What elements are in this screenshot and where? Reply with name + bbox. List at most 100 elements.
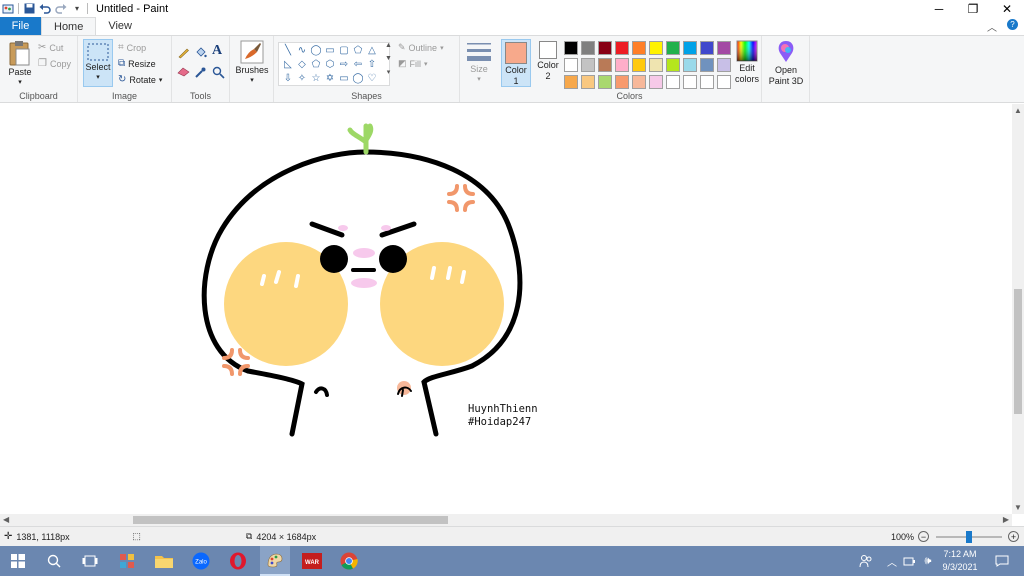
line-shape-icon[interactable]: ╲ [281, 43, 295, 57]
palette-swatch[interactable] [683, 41, 697, 55]
close-button[interactable]: ✕ [990, 0, 1024, 17]
pentagon-shape-icon[interactable]: ⬠ [309, 57, 323, 71]
zoom-slider[interactable] [936, 531, 1002, 543]
zalo-icon[interactable]: Zalo [191, 551, 211, 571]
tab-home[interactable]: Home [41, 17, 97, 35]
palette-swatch[interactable] [598, 58, 612, 72]
show-hidden-icons[interactable]: ︿ [882, 551, 902, 571]
paint-taskbar-icon[interactable] [260, 546, 290, 576]
six-point-star-shape-icon[interactable]: ✡ [323, 71, 337, 85]
color-picker-icon[interactable] [194, 66, 207, 79]
down-arrow-shape-icon[interactable]: ⇩ [281, 71, 295, 85]
palette-swatch[interactable] [700, 58, 714, 72]
clock[interactable]: 7:12 AM 9/3/2021 [936, 548, 984, 574]
palette-swatch[interactable] [632, 41, 646, 55]
palette-swatch[interactable] [717, 41, 731, 55]
palette-swatch[interactable] [564, 58, 578, 72]
heart-shape-icon[interactable]: ♡ [365, 71, 379, 85]
help-icon[interactable]: ? [1007, 19, 1018, 30]
search-icon[interactable] [44, 551, 64, 571]
palette-swatch[interactable] [666, 41, 680, 55]
customize-toolbar-icon[interactable]: ▾ [71, 3, 83, 15]
paint-app-icon[interactable] [2, 3, 14, 15]
text-icon[interactable]: A [212, 43, 222, 59]
palette-swatch[interactable] [581, 41, 595, 55]
minimize-ribbon-icon[interactable]: ︿ [987, 19, 997, 34]
open-paint3d-button[interactable]: Open Paint 3D [766, 40, 806, 86]
palette-swatch[interactable] [666, 75, 680, 89]
palette-swatch[interactable] [700, 41, 714, 55]
notifications-icon[interactable] [992, 551, 1012, 571]
scroll-up-icon[interactable]: ▲ [385, 42, 392, 49]
palette-swatch[interactable] [649, 41, 663, 55]
palette-swatch[interactable] [683, 58, 697, 72]
palette-swatch[interactable] [717, 58, 731, 72]
scroll-down-icon[interactable]: ▼ [385, 55, 392, 62]
palette-swatch[interactable] [632, 75, 646, 89]
palette-swatch[interactable] [683, 75, 697, 89]
palette-swatch[interactable] [632, 58, 646, 72]
palette-swatch[interactable] [581, 58, 595, 72]
scroll-down-arrow-icon[interactable]: ▼ [1014, 503, 1022, 512]
size-button[interactable]: Size ▾ [463, 41, 495, 83]
polygon-shape-icon[interactable]: ⬠ [351, 43, 365, 57]
oval-shape-icon[interactable]: ◯ [309, 43, 323, 57]
people-icon[interactable] [856, 551, 876, 571]
drawing-canvas[interactable] [0, 104, 1012, 514]
tab-file[interactable]: File [0, 17, 41, 35]
palette-swatch[interactable] [700, 75, 714, 89]
palette-swatch[interactable] [649, 75, 663, 89]
horizontal-scroll-thumb[interactable] [133, 516, 448, 524]
tab-view[interactable]: View [96, 17, 144, 35]
triangle-shape-icon[interactable]: △ [365, 43, 379, 57]
curve-shape-icon[interactable]: ∿ [295, 43, 309, 57]
callout-oval-shape-icon[interactable]: ◯ [351, 71, 365, 85]
shapes-gallery[interactable]: ╲ ∿ ◯ ▭ ▢ ⬠ △ ◺ ◇ ⬠ ⬡ ⇨ ⇦ ⇧ ⇩ ✧ ☆ ✡ ▭ ◯ … [278, 42, 390, 86]
scroll-left-arrow-icon[interactable]: ◀ [3, 515, 9, 524]
opera-browser-icon[interactable] [228, 551, 248, 571]
save-icon[interactable] [23, 3, 35, 15]
right-triangle-shape-icon[interactable]: ◺ [281, 57, 295, 71]
zoom-in-button[interactable]: + [1008, 531, 1019, 542]
left-arrow-shape-icon[interactable]: ⇦ [351, 57, 365, 71]
rotate-button[interactable]: ↻ Rotate ▾ [118, 74, 162, 85]
palette-swatch[interactable] [598, 41, 612, 55]
right-arrow-shape-icon[interactable]: ⇨ [337, 57, 351, 71]
file-explorer-icon[interactable] [154, 551, 174, 571]
rounded-rectangle-shape-icon[interactable]: ▢ [337, 43, 351, 57]
task-view-icon[interactable] [80, 551, 100, 571]
palette-swatch[interactable] [649, 58, 663, 72]
select-button[interactable]: Select ▾ [83, 39, 113, 87]
vertical-scrollbar[interactable]: ▲ ▼ [1012, 104, 1024, 514]
network-icon[interactable] [900, 551, 920, 571]
start-button[interactable] [8, 551, 28, 571]
five-point-star-shape-icon[interactable]: ☆ [309, 71, 323, 85]
horizontal-scrollbar[interactable]: ◀ ▶ [0, 514, 1012, 526]
palette-swatch[interactable] [564, 75, 578, 89]
app-icon-puzzle[interactable] [117, 551, 137, 571]
scroll-right-arrow-icon[interactable]: ▶ [1003, 515, 1009, 524]
canvas-area[interactable] [0, 104, 1012, 514]
scroll-up-arrow-icon[interactable]: ▲ [1014, 106, 1022, 115]
chrome-icon[interactable] [339, 551, 359, 571]
fill-bucket-icon[interactable] [194, 46, 207, 59]
paste-button[interactable]: Paste ▾ [5, 40, 35, 86]
color2-button[interactable]: Color 2 [536, 41, 560, 81]
hexagon-shape-icon[interactable]: ⬡ [323, 57, 337, 71]
zoom-out-button[interactable]: − [918, 531, 929, 542]
shapes-scroll[interactable]: ▲ ▼ ▾ [385, 42, 392, 76]
crop-button[interactable]: ⌗ Crop [118, 42, 146, 53]
pencil-icon[interactable] [177, 46, 190, 59]
restore-button[interactable]: ❐ [956, 0, 990, 17]
color1-button[interactable]: Color 1 [501, 39, 531, 87]
volume-icon[interactable]: 🕪 [918, 551, 938, 571]
zoom-slider-thumb[interactable] [966, 531, 972, 543]
palette-swatch[interactable] [666, 58, 680, 72]
edit-colors-button[interactable]: Edit colors [732, 40, 762, 84]
palette-swatch[interactable] [717, 75, 731, 89]
rectangle-shape-icon[interactable]: ▭ [323, 43, 337, 57]
palette-swatch[interactable] [615, 58, 629, 72]
cut-button[interactable]: ✂ Cut [38, 42, 63, 53]
palette-swatch[interactable] [615, 41, 629, 55]
app-icon-game[interactable]: WAR [302, 551, 322, 571]
